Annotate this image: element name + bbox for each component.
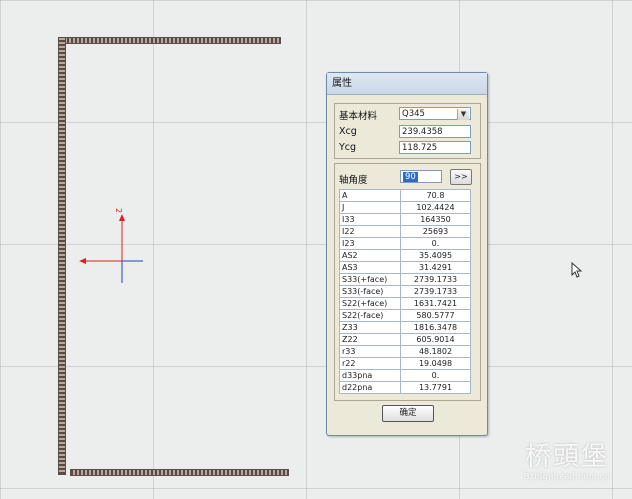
xcg-label: Xcg <box>339 126 357 137</box>
property-name: Z33 <box>339 321 401 334</box>
property-name: A <box>339 189 401 202</box>
property-value: 605.9014 <box>400 333 471 346</box>
property-name: Z22 <box>339 333 401 346</box>
dialog-title: 属性 <box>327 73 487 95</box>
property-value: 35.4095 <box>400 249 471 262</box>
watermark: 桥頭堡 Bridgehead.com.cn <box>507 442 627 482</box>
table-row: S33(+face) 2739.1733 <box>339 273 471 286</box>
watermark-en: Bridgehead.com.cn <box>523 472 611 481</box>
table-row: Z33 1816.3478 <box>339 321 471 334</box>
property-value: 1631.7421 <box>400 297 471 310</box>
axis-angle-value: 90 <box>403 172 418 182</box>
mouse-cursor-icon <box>571 262 583 278</box>
axis-angle-label: 轴角度 <box>339 175 368 186</box>
axis-angle-field[interactable]: 90 <box>400 170 442 183</box>
property-name: J <box>339 201 401 214</box>
table-row: AS3 31.4291 <box>339 261 471 274</box>
property-value: 2739.1733 <box>400 285 471 298</box>
property-name: S22(+face) <box>339 297 401 310</box>
table-row: d33pna 0. <box>339 369 471 382</box>
property-value: 70.8 <box>400 189 471 202</box>
table-row: S33(-face) 2739.1733 <box>339 285 471 298</box>
property-name: S33(+face) <box>339 273 401 286</box>
property-name: I23 <box>339 237 401 250</box>
property-value: 580.5777 <box>400 309 471 322</box>
base-material-label: 基本材料 <box>339 111 378 122</box>
table-row: r33 48.1802 <box>339 345 471 358</box>
property-name: S22(-face) <box>339 309 401 322</box>
material-group: 基本材料 Q345 ▼ Xcg 239.4358 Ycg 118.725 <box>334 103 481 159</box>
table-row: I22 25693 <box>339 225 471 238</box>
more-button[interactable]: >> <box>450 169 472 185</box>
axis-2-label: 2 <box>114 207 124 214</box>
table-row: d22pna 13.7791 <box>339 381 471 394</box>
property-value: 102.4424 <box>400 201 471 214</box>
property-name: AS2 <box>339 249 401 262</box>
property-value: 0. <box>400 237 471 250</box>
ycg-field[interactable]: 118.725 <box>399 141 471 154</box>
table-row: AS2 35.4095 <box>339 249 471 262</box>
table-row: I23 0. <box>339 237 471 250</box>
drawing-canvas[interactable]: 2 <box>0 0 632 499</box>
ok-button[interactable]: 确定 <box>382 405 434 422</box>
property-name: d22pna <box>339 381 401 394</box>
base-material-value: Q345 <box>402 109 425 119</box>
property-value: 25693 <box>400 225 471 238</box>
property-value: 0. <box>400 369 471 382</box>
chevron-down-icon[interactable]: ▼ <box>457 109 469 120</box>
base-material-select[interactable]: Q345 ▼ <box>399 107 471 120</box>
properties-dialog: 属性 基本材料 Q345 ▼ Xcg 239.4358 Ycg 118.725 … <box>326 72 488 436</box>
property-value: 19.0498 <box>400 357 471 370</box>
section-bottom-flange <box>71 470 288 475</box>
table-row: S22(-face) 580.5777 <box>339 309 471 322</box>
table-row: S22(+face) 1631.7421 <box>339 297 471 310</box>
property-name: r33 <box>339 345 401 358</box>
table-row: I33 164350 <box>339 213 471 226</box>
property-value: 2739.1733 <box>400 273 471 286</box>
property-name: I33 <box>339 213 401 226</box>
table-row: Z22 605.9014 <box>339 333 471 346</box>
property-value: 13.7791 <box>400 381 471 394</box>
property-value: 1816.3478 <box>400 321 471 334</box>
properties-table: A 70.8 J 102.4424 I33 164350 I22 25693 I23 0. AS2 3… <box>339 189 471 394</box>
property-name: S33(-face) <box>339 285 401 298</box>
property-value: 48.1802 <box>400 345 471 358</box>
local-axes-icon <box>79 214 143 283</box>
ycg-label: Ycg <box>339 142 357 153</box>
watermark-cn: 桥頭堡 <box>524 442 609 472</box>
table-row: A 70.8 <box>339 189 471 202</box>
section-web <box>59 38 65 474</box>
table-row: J 102.4424 <box>339 201 471 214</box>
property-name: I22 <box>339 225 401 238</box>
property-name: d33pna <box>339 369 401 382</box>
xcg-field[interactable]: 239.4358 <box>399 125 471 138</box>
property-name: r22 <box>339 357 401 370</box>
section-top-flange <box>59 38 280 43</box>
property-value: 31.4291 <box>400 261 471 274</box>
property-name: AS3 <box>339 261 401 274</box>
table-row: r22 19.0498 <box>339 357 471 370</box>
property-value: 164350 <box>400 213 471 226</box>
